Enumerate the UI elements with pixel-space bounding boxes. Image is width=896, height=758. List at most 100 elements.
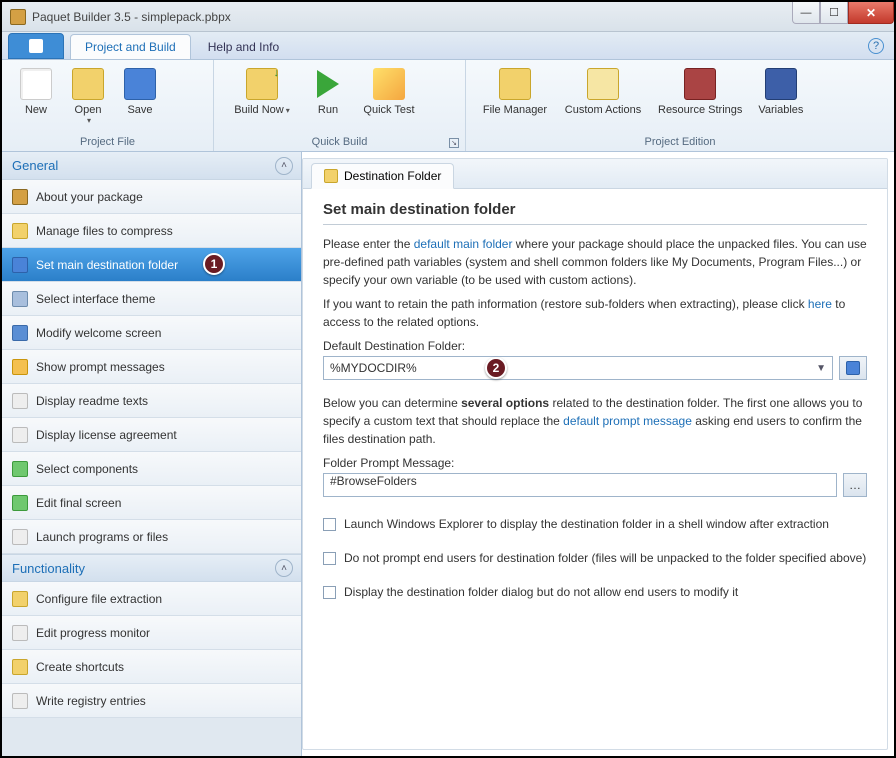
sidebar-item-registry-entries[interactable]: Write registry entries	[2, 684, 301, 718]
prompt-message-input[interactable]: #BrowseFolders	[323, 473, 837, 497]
sidebar-item-label: Modify welcome screen	[36, 326, 161, 340]
content-tab-destination-folder[interactable]: Destination Folder	[311, 163, 454, 189]
build-icon	[246, 68, 278, 100]
quick-test-icon	[373, 68, 405, 100]
files-icon	[12, 223, 28, 239]
tab-help-info[interactable]: Help and Info	[193, 34, 294, 59]
tab-project-build[interactable]: Project and Build	[70, 34, 191, 59]
sidebar-item-create-shortcuts[interactable]: Create shortcuts	[2, 650, 301, 684]
app-icon	[10, 9, 26, 25]
maximize-button[interactable]: ☐	[820, 2, 848, 24]
quick-test-label: Quick Test	[363, 104, 414, 116]
new-file-icon	[20, 68, 52, 100]
open-button[interactable]: Open▾	[62, 64, 114, 134]
help-icon[interactable]: ?	[868, 38, 884, 54]
variables-icon	[765, 68, 797, 100]
sidebar-item-label: Select interface theme	[36, 292, 155, 306]
save-disk-icon	[124, 68, 156, 100]
sidebar-item-label: Edit progress monitor	[36, 626, 150, 640]
expand-icon[interactable]: ↘	[449, 138, 459, 148]
run-play-icon	[312, 68, 344, 100]
sidebar-item-destination-folder[interactable]: Set main destination folder 1	[2, 248, 301, 282]
components-icon	[12, 461, 28, 477]
prompt-browse-button[interactable]: …	[843, 473, 867, 497]
sidebar-item-prompt-messages[interactable]: Show prompt messages	[2, 350, 301, 384]
chevron-down-icon: ▾	[87, 116, 91, 125]
sidebar-section-label: Functionality	[12, 561, 85, 576]
sidebar-item-select-components[interactable]: Select components	[2, 452, 301, 486]
sidebar-item-interface-theme[interactable]: Select interface theme	[2, 282, 301, 316]
run-button[interactable]: Run	[302, 64, 354, 134]
message-icon	[12, 359, 28, 375]
dest-folder-combobox[interactable]: %MYDOCDIR% ▼	[323, 356, 833, 380]
sidebar-section-functionality[interactable]: Functionality ˄	[2, 554, 301, 582]
minimize-button[interactable]: —	[792, 2, 820, 24]
link-default-main-folder[interactable]: default main folder	[414, 237, 513, 251]
sidebar-item-label: Display readme texts	[36, 394, 148, 408]
sidebar-item-label: Configure file extraction	[36, 592, 162, 606]
folder-icon	[324, 169, 338, 183]
checkbox-launch-explorer[interactable]	[323, 518, 336, 531]
checkbox-readonly-dialog[interactable]	[323, 586, 336, 599]
prompt-message-label: Folder Prompt Message:	[323, 456, 867, 470]
group-quick-build: Quick Build↘	[214, 134, 465, 151]
sidebar-item-launch-programs[interactable]: Launch programs or files	[2, 520, 301, 554]
checkbox-no-prompt[interactable]	[323, 552, 336, 565]
file-manager-icon	[499, 68, 531, 100]
edit-icon	[12, 495, 28, 511]
build-now-button[interactable]: Build Now▾	[222, 64, 302, 134]
sidebar-item-progress-monitor[interactable]: Edit progress monitor	[2, 616, 301, 650]
custom-actions-icon	[587, 68, 619, 100]
sidebar-section-general[interactable]: General ˄	[2, 152, 301, 180]
text-icon	[12, 393, 28, 409]
checkbox-label: Do not prompt end users for destination …	[344, 551, 866, 565]
license-icon	[12, 427, 28, 443]
save-button[interactable]: Save	[114, 64, 166, 134]
window-title: Paquet Builder 3.5 - simplepack.pbpx	[32, 10, 792, 24]
build-label: Build Now	[234, 104, 284, 116]
group-project-edition: Project Edition	[466, 134, 894, 151]
file-manager-label: File Manager	[483, 104, 547, 116]
sidebar-item-about-package[interactable]: About your package	[2, 180, 301, 214]
sidebar-item-readme-texts[interactable]: Display readme texts	[2, 384, 301, 418]
shortcut-icon	[12, 659, 28, 675]
folder-icon	[12, 257, 28, 273]
link-default-prompt-message[interactable]: default prompt message	[563, 414, 692, 428]
sidebar-item-welcome-screen[interactable]: Modify welcome screen	[2, 316, 301, 350]
link-here[interactable]: here	[808, 297, 832, 311]
new-button[interactable]: New	[10, 64, 62, 134]
sidebar-item-label: Write registry entries	[36, 694, 146, 708]
app-menu-button[interactable]	[8, 33, 64, 59]
close-button[interactable]	[848, 2, 894, 24]
collapse-icon[interactable]: ˄	[275, 157, 293, 175]
monitor-icon	[12, 625, 28, 641]
sidebar-item-license-agreement[interactable]: Display license agreement	[2, 418, 301, 452]
run-label: Run	[318, 104, 338, 116]
theme-icon	[12, 291, 28, 307]
resource-strings-button[interactable]: Resource Strings	[650, 64, 750, 134]
custom-actions-button[interactable]: Custom Actions	[556, 64, 650, 134]
sidebar-item-manage-files[interactable]: Manage files to compress	[2, 214, 301, 248]
file-manager-button[interactable]: File Manager	[474, 64, 556, 134]
sidebar-item-label: Manage files to compress	[36, 224, 173, 238]
checkbox-label: Launch Windows Explorer to display the d…	[344, 517, 829, 531]
resource-strings-icon	[684, 68, 716, 100]
dest-folder-value: %MYDOCDIR%	[330, 361, 417, 375]
content-tab-label: Destination Folder	[344, 169, 441, 183]
sidebar-item-label: Create shortcuts	[36, 660, 124, 674]
sidebar-item-label: Select components	[36, 462, 138, 476]
options-text: Below you can determine several options …	[323, 394, 867, 448]
quick-test-button[interactable]: Quick Test	[354, 64, 424, 134]
sidebar-item-file-extraction[interactable]: Configure file extraction	[2, 582, 301, 616]
sidebar-item-final-screen[interactable]: Edit final screen	[2, 486, 301, 520]
custom-actions-label: Custom Actions	[565, 104, 641, 116]
sidebar: General ˄ About your package Manage file…	[2, 152, 302, 756]
variables-button[interactable]: Variables	[750, 64, 811, 134]
annotation-badge-2: 2	[485, 357, 507, 379]
resource-strings-label: Resource Strings	[658, 104, 742, 116]
browse-variable-button[interactable]	[839, 356, 867, 380]
open-folder-icon	[72, 68, 104, 100]
collapse-icon[interactable]: ˄	[275, 559, 293, 577]
ribbon-tabs: Project and Build Help and Info ?	[2, 32, 894, 60]
prompt-message-value: #BrowseFolders	[330, 474, 417, 488]
